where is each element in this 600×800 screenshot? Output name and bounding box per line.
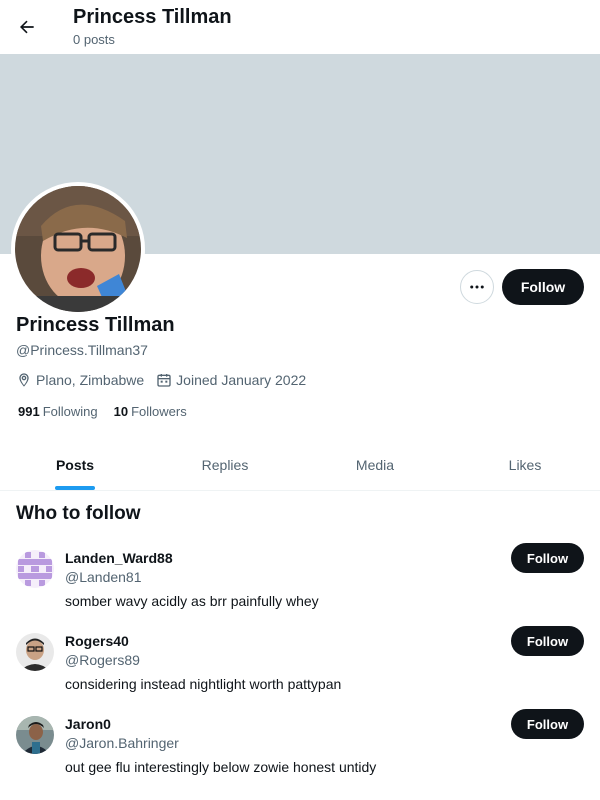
user-avatar — [16, 716, 54, 754]
location-item: Plano, Zimbabwe — [16, 372, 144, 388]
tab-replies[interactable]: Replies — [150, 440, 300, 490]
tab-label: Posts — [55, 457, 95, 473]
location-text: Plano, Zimbabwe — [36, 372, 145, 388]
joined-item: Joined January 2022 — [156, 372, 306, 388]
user-avatar — [16, 633, 54, 671]
followers-label: Followers — [131, 404, 187, 419]
following-label: Following — [42, 404, 98, 419]
profile-tabs: Posts Replies Media Likes — [0, 440, 600, 491]
user-name: Rogers40 — [65, 633, 129, 649]
user-bio: out gee flu interestingly below zowie ho… — [65, 759, 377, 775]
page-title: Princess Tillman — [73, 6, 232, 28]
profile-meta: Plano, Zimbabwe Joined January 2022 — [16, 370, 318, 390]
tab-label: Media — [355, 457, 395, 473]
follow-user-button[interactable]: Follow — [511, 626, 584, 656]
who-to-follow-title: Who to follow — [16, 503, 141, 524]
active-tab-indicator — [55, 486, 95, 490]
tab-label: Likes — [508, 457, 542, 473]
top-bar: Princess Tillman 0 posts — [0, 0, 600, 54]
tab-label: Replies — [201, 457, 249, 473]
location-pin-icon — [19, 373, 29, 387]
user-avatar — [16, 550, 54, 588]
profile-avatar[interactable] — [11, 182, 145, 316]
tab-posts[interactable]: Posts — [0, 440, 150, 490]
calendar-icon — [157, 374, 171, 387]
back-button[interactable] — [10, 10, 44, 44]
user-name: Landen_Ward88 — [65, 550, 173, 566]
following-count: 991 — [18, 404, 40, 419]
more-horizontal-icon — [470, 285, 484, 289]
follow-user-button[interactable]: Follow — [511, 543, 584, 573]
user-handle: @Jaron.Bahringer — [65, 735, 179, 751]
following-stat[interactable]: 991 Following — [18, 404, 98, 419]
suggested-user[interactable]: Jaron0 @Jaron.Bahringer out gee flu inte… — [0, 709, 600, 798]
follow-button[interactable]: Follow — [502, 269, 584, 305]
arrow-left-icon — [20, 20, 34, 34]
user-bio: somber wavy acidly as brr painfully whey — [65, 593, 319, 609]
avatar-photo — [15, 186, 141, 312]
tab-media[interactable]: Media — [300, 440, 450, 490]
user-name: Jaron0 — [65, 716, 111, 732]
post-count: 0 posts — [73, 32, 115, 47]
profile-name: Princess Tillman — [16, 314, 175, 336]
followers-stat[interactable]: 10 Followers — [114, 404, 187, 419]
profile-handle: @Princess.Tillman37 — [16, 342, 148, 358]
user-handle: @Landen81 — [65, 569, 142, 585]
tab-likes[interactable]: Likes — [450, 440, 600, 490]
suggested-user[interactable]: Rogers40 @Rogers89 considering instead n… — [0, 626, 600, 715]
suggested-user[interactable]: Landen_Ward88 @Landen81 somber wavy acid… — [0, 543, 600, 632]
more-options-button[interactable] — [460, 270, 494, 304]
followers-count: 10 — [113, 404, 129, 419]
follow-user-button[interactable]: Follow — [511, 709, 584, 739]
follow-stats: 991 Following 10 Followers — [18, 404, 203, 419]
user-bio: considering instead nightlight worth pat… — [65, 676, 342, 692]
joined-text: Joined January 2022 — [176, 372, 307, 388]
user-handle: @Rogers89 — [65, 652, 140, 668]
